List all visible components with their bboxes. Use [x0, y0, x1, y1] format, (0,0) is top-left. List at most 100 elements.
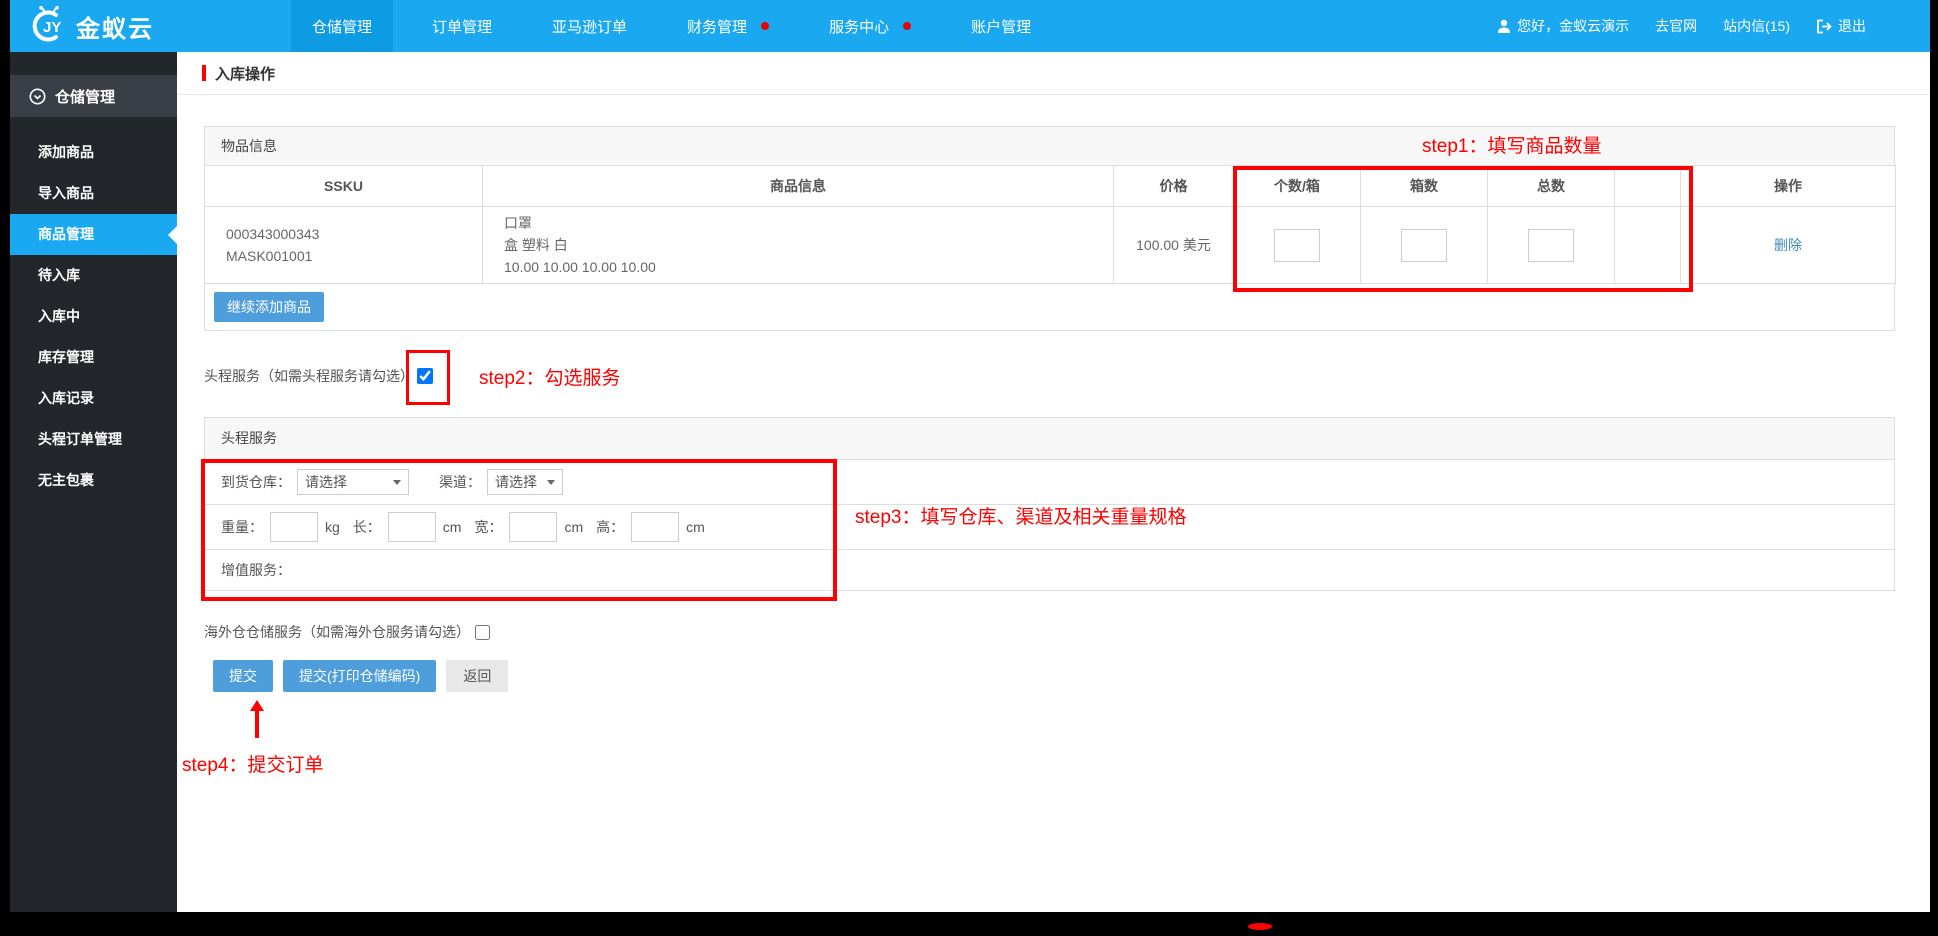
brand-name: 金蚁云 — [76, 9, 154, 44]
goods-info-panel: 物品信息 step1：填写商品数量 SSKU 商品信息 — [204, 126, 1895, 331]
user-icon — [1497, 19, 1511, 33]
nav-item-warehouse[interactable]: 仓储管理 — [291, 0, 393, 52]
sidebar-header-warehouse[interactable]: 仓储管理 — [10, 75, 177, 117]
sidebar-item-import-product[interactable]: 导入商品 — [10, 173, 177, 214]
submit-button[interactable]: 提交 — [213, 660, 273, 692]
topbar-right: 您好，金蚁云演示 去官网 站内信(15) 退出 — [1497, 0, 1930, 52]
submit-print-button[interactable]: 提交(打印仓储编码) — [283, 660, 436, 692]
weight-unit: kg — [325, 519, 340, 535]
red-mark — [1248, 923, 1272, 930]
box-count-cell — [1361, 207, 1488, 284]
col-box-count: 箱数 — [1361, 166, 1488, 207]
sidebar-item-pending-inbound[interactable]: 待入库 — [10, 255, 177, 296]
width-unit: cm — [564, 519, 583, 535]
annotation-step3: step3：填写仓库、渠道及相关重量规格 — [855, 502, 1186, 529]
sidebar-item-add-product[interactable]: 添加商品 — [10, 132, 177, 173]
main-area: 入库操作 物品信息 step1：填写商品数量 — [177, 52, 1930, 912]
qty-per-box-input[interactable] — [1274, 229, 1320, 262]
channel-select[interactable]: 请选择 — [487, 469, 563, 495]
overseas-toggle-label: 海外仓仓储服务（如需海外仓服务请勾选） — [204, 622, 470, 642]
chevron-down-icon — [393, 480, 401, 485]
goods-header-row: SSKU 商品信息 价格 个数/箱 箱数 总数 操作 — [205, 166, 1896, 207]
logout-link[interactable]: 退出 — [1816, 16, 1866, 36]
nav-item-service-center[interactable]: 服务中心 — [808, 0, 932, 52]
total-input[interactable] — [1528, 229, 1574, 262]
length-input[interactable] — [388, 512, 436, 542]
goods-panel-title: 物品信息 — [221, 138, 277, 154]
overseas-checkbox[interactable] — [475, 625, 490, 640]
annotation-box-step2 — [417, 368, 433, 384]
height-label: 高： — [596, 517, 624, 537]
logout-icon — [1816, 19, 1832, 34]
box-count-input[interactable] — [1401, 229, 1447, 262]
first-leg-panel: 头程服务 到货仓库： 请选择 渠道： 请选择 — [204, 417, 1895, 591]
chevron-down-icon — [547, 480, 555, 485]
action-cell: 删除 — [1681, 207, 1896, 284]
spacer-cell — [1615, 207, 1681, 284]
product-info-cell: 口罩 盒 塑料 白 10.00 10.00 10.00 10.00 — [483, 207, 1114, 284]
first-leg-checkbox[interactable] — [417, 368, 433, 384]
col-qty-per-box: 个数/箱 — [1234, 166, 1361, 207]
notification-dot — [903, 22, 911, 30]
overseas-toggle-row: 海外仓仓储服务（如需海外仓服务请勾选） — [204, 622, 1930, 642]
col-ssku: SSKU — [205, 166, 483, 207]
weight-label: 重量： — [221, 517, 263, 537]
app-window: JY 金蚁云 仓储管理 订单管理 亚马逊订单 财务管理 服 — [10, 0, 1930, 912]
goods-panel-footer: 继续添加商品 — [204, 284, 1895, 331]
table-row: 000343000343 MASK001001 口罩 盒 塑料 白 10.00 … — [205, 207, 1896, 284]
main-nav: 仓储管理 订单管理 亚马逊订单 财务管理 服务中心 账户管理 — [282, 0, 1061, 52]
col-total: 总数 — [1488, 166, 1615, 207]
annotation-step4: step4：提交订单 — [182, 750, 323, 777]
user-greeting[interactable]: 您好，金蚁云演示 — [1497, 16, 1629, 36]
nav-item-account[interactable]: 账户管理 — [950, 0, 1052, 52]
length-unit: cm — [443, 519, 462, 535]
sidebar-item-inbound-in-progress[interactable]: 入库中 — [10, 296, 177, 337]
title-accent-bar — [202, 65, 206, 81]
nav-item-orders[interactable]: 订单管理 — [411, 0, 513, 52]
col-action: 操作 — [1681, 166, 1896, 207]
ant-logo-icon: JY — [26, 6, 72, 46]
back-button[interactable]: 返回 — [446, 660, 508, 692]
brand-logo[interactable]: JY 金蚁云 — [10, 0, 282, 52]
col-price: 价格 — [1114, 166, 1234, 207]
sidebar-item-inbound-records[interactable]: 入库记录 — [10, 378, 177, 419]
circle-chevron-down-icon — [29, 88, 46, 105]
topbar: JY 金蚁云 仓储管理 订单管理 亚马逊订单 财务管理 服 — [10, 0, 1930, 52]
nav-item-amazon-orders[interactable]: 亚马逊订单 — [531, 0, 648, 52]
first-leg-toggle-label: 头程服务（如需头程服务请勾选） — [204, 366, 414, 386]
price-cell: 100.00 美元 — [1114, 207, 1234, 284]
width-input[interactable] — [509, 512, 557, 542]
annotation-step2: step2：勾选服务 — [479, 363, 620, 390]
first-leg-panel-title: 头程服务 — [205, 418, 1894, 460]
value-added-service-row: 增值服务： — [205, 550, 1894, 590]
sidebar: 仓储管理 添加商品 导入商品 商品管理 待入库 入库中 库存管理 入库记录 头程… — [10, 52, 177, 912]
goods-panel-title-row: 物品信息 step1：填写商品数量 — [204, 126, 1895, 166]
goods-table: SSKU 商品信息 价格 个数/箱 箱数 总数 操作 — [204, 165, 1896, 284]
warehouse-channel-row: 到货仓库： 请选择 渠道： 请选择 — [205, 460, 1894, 505]
sidebar-item-product-management[interactable]: 商品管理 — [10, 214, 177, 255]
warehouse-select[interactable]: 请选择 — [297, 469, 409, 495]
total-cell — [1488, 207, 1615, 284]
sidebar-item-first-leg-orders[interactable]: 头程订单管理 — [10, 419, 177, 460]
width-label: 宽： — [474, 517, 502, 537]
arrow-up-icon — [255, 710, 259, 738]
notification-dot — [761, 22, 769, 30]
ssku-cell: 000343000343 MASK001001 — [205, 207, 483, 284]
nav-item-finance[interactable]: 财务管理 — [666, 0, 790, 52]
site-mail-link[interactable]: 站内信(15) — [1723, 16, 1790, 36]
step4-annotation-block: step4：提交订单 — [204, 698, 1930, 798]
delete-link[interactable]: 删除 — [1774, 237, 1802, 253]
official-site-link[interactable]: 去官网 — [1655, 16, 1697, 36]
height-unit: cm — [686, 519, 705, 535]
col-product-info: 商品信息 — [483, 166, 1114, 207]
add-more-goods-button[interactable]: 继续添加商品 — [214, 292, 324, 322]
weight-input[interactable] — [270, 512, 318, 542]
sidebar-item-inventory-management[interactable]: 库存管理 — [10, 337, 177, 378]
annotation-step1: step1：填写商品数量 — [1422, 127, 1601, 167]
col-spacer — [1615, 166, 1681, 207]
svg-text:JY: JY — [43, 19, 61, 36]
sidebar-item-unclaimed-packages[interactable]: 无主包裹 — [10, 460, 177, 501]
height-input[interactable] — [631, 512, 679, 542]
sidebar-menu: 添加商品 导入商品 商品管理 待入库 入库中 库存管理 入库记录 头程订单管理 … — [10, 117, 177, 501]
first-leg-toggle-row: 头程服务（如需头程服务请勾选） step2：勾选服务 — [204, 355, 1930, 397]
